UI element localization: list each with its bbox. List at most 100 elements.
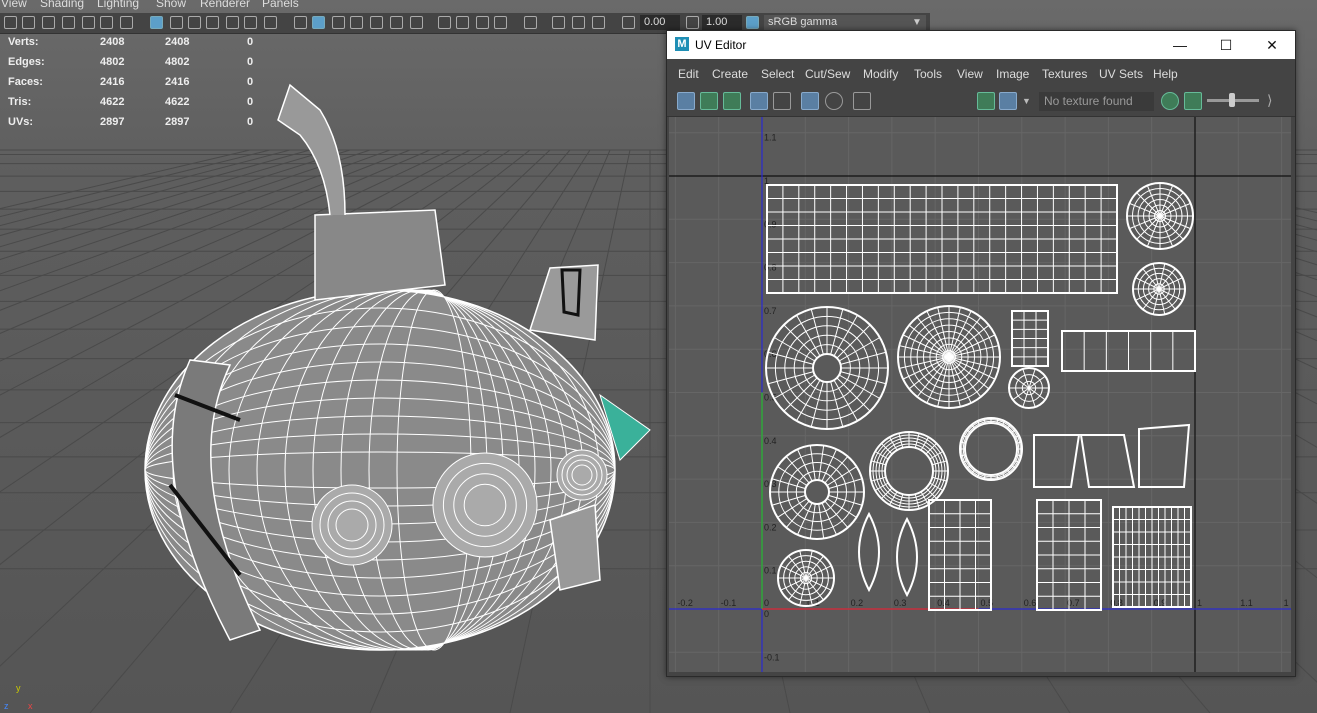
uv-menu-modify[interactable]: Modify: [863, 67, 898, 81]
menu-lighting[interactable]: Lighting: [97, 0, 139, 9]
uv-y-tick: 0: [764, 609, 769, 619]
maya-logo-icon: M: [675, 37, 689, 51]
uv-menu-view[interactable]: View: [957, 67, 983, 81]
wireframe-icon[interactable]: [294, 16, 307, 29]
hud-label: Edges:: [8, 56, 45, 68]
uv-distortion-icon[interactable]: [723, 92, 741, 110]
hud-row: Verts: 2408 2408 0: [0, 36, 270, 56]
ao-icon[interactable]: [438, 16, 451, 29]
aa-icon[interactable]: [476, 16, 489, 29]
close-button[interactable]: ✕: [1249, 31, 1295, 59]
shadows-icon[interactable]: [410, 16, 423, 29]
uv-editor-titlebar[interactable]: M UV Editor — ☐ ✕: [667, 31, 1295, 59]
texture-filter-icon[interactable]: [1184, 92, 1202, 110]
image-plane-icon[interactable]: [62, 16, 75, 29]
uv-x-tick: 0.4: [937, 598, 950, 608]
uv-x-tick: 0.3: [894, 598, 907, 608]
safe-action-icon[interactable]: [244, 16, 257, 29]
uv-border-icon[interactable]: [750, 92, 768, 110]
uv-menu-cutsew[interactable]: Cut/Sew: [805, 67, 850, 81]
uv-x-tick: 1.1: [1240, 598, 1253, 608]
camera-attr-icon[interactable]: [22, 16, 35, 29]
color-management-icon[interactable]: [746, 16, 759, 29]
2d-pan-icon[interactable]: [82, 16, 95, 29]
uv-texture-space[interactable]: -0.2 -0.1 0 0.1 0.2 0.3 0.4 0.5 0.6 0.7 0.8 0.9 1 1.1…: [669, 117, 1291, 672]
hud-label: Tris:: [8, 96, 32, 108]
hud-b: 4802: [165, 56, 190, 68]
view-transform-dropdown[interactable]: sRGB gamma: [764, 15, 926, 30]
checker-tile-icon[interactable]: [999, 92, 1017, 110]
hud-c: 0: [247, 76, 254, 88]
hud-label: Verts:: [8, 36, 39, 48]
menu-panels[interactable]: Panels: [262, 0, 299, 9]
resolution-gate-icon[interactable]: [188, 16, 201, 29]
dof-icon[interactable]: [494, 16, 507, 29]
field-chart-icon[interactable]: [226, 16, 239, 29]
minimize-button[interactable]: —: [1157, 31, 1203, 59]
image-display-icon[interactable]: [977, 92, 995, 110]
uv-shade-icon[interactable]: [700, 92, 718, 110]
uv-menu-textures[interactable]: Textures: [1042, 67, 1087, 81]
menu-renderer[interactable]: Renderer: [200, 0, 250, 9]
xray-joints-icon[interactable]: [572, 16, 585, 29]
snapshot-icon[interactable]: [853, 92, 871, 110]
gate-mask-icon[interactable]: [206, 16, 219, 29]
uv-menu-uvsets[interactable]: UV Sets: [1099, 67, 1143, 81]
slider-handle[interactable]: [1229, 93, 1235, 107]
uv-menu-image[interactable]: Image: [996, 67, 1029, 81]
grid-icon[interactable]: [150, 16, 163, 29]
xray-icon[interactable]: [552, 16, 565, 29]
uv-x-tick: -0.1: [721, 598, 737, 608]
axis-y-label: y: [16, 683, 21, 693]
uv-menu-create[interactable]: Create: [712, 67, 748, 81]
uv-y-tick: 1.1: [764, 133, 777, 143]
isolate-icon[interactable]: [524, 16, 537, 29]
smooth-shade-icon[interactable]: [312, 16, 325, 29]
gamma-icon[interactable]: [686, 16, 699, 29]
lights-icon[interactable]: [390, 16, 403, 29]
uv-x-tick: 1: [1284, 598, 1289, 608]
menu-view[interactable]: View: [1, 0, 27, 9]
film-gate-icon[interactable]: [170, 16, 183, 29]
uv-x-tick: 1: [1197, 598, 1202, 608]
expand-toolbar-icon[interactable]: ⟩: [1267, 92, 1272, 109]
exposure-field[interactable]: 0.00: [640, 15, 680, 30]
grease-pencil-icon[interactable]: [100, 16, 113, 29]
pencil-icon[interactable]: [120, 16, 133, 29]
motion-blur-icon[interactable]: [456, 16, 469, 29]
exposure-icon[interactable]: [622, 16, 635, 29]
bookmark-icon[interactable]: [42, 16, 55, 29]
hud-row: UVs: 2897 2897 0: [0, 116, 270, 136]
uv-menu-select[interactable]: Select: [761, 67, 794, 81]
uv-grid-icon[interactable]: [773, 92, 791, 110]
uv-menu-help[interactable]: Help: [1153, 67, 1178, 81]
uv-y-tick: 0.2: [764, 522, 777, 532]
default-material-icon[interactable]: [332, 16, 345, 29]
refresh-texture-icon[interactable]: [1161, 92, 1179, 110]
uv-shell-icon[interactable]: [677, 92, 695, 110]
wireframe-on-shaded-icon[interactable]: [350, 16, 363, 29]
uv-editor-title: UV Editor: [695, 38, 747, 52]
uv-y-tick: 0.7: [764, 306, 777, 316]
xray-components-icon[interactable]: [592, 16, 605, 29]
chevron-down-icon[interactable]: ▼: [912, 17, 922, 28]
hud-c: 0: [247, 116, 254, 128]
maximize-button[interactable]: ☐: [1203, 31, 1249, 59]
texture-dropdown[interactable]: No texture found: [1039, 92, 1154, 111]
safe-title-icon[interactable]: [264, 16, 277, 29]
uv-menu-edit[interactable]: Edit: [678, 67, 699, 81]
uv-x-tick: 0: [764, 598, 769, 608]
chevron-down-icon[interactable]: ▼: [1022, 96, 1031, 106]
menu-shading[interactable]: Shading: [40, 0, 84, 9]
uv-x-tick: 0.6: [1024, 598, 1037, 608]
textured-icon[interactable]: [370, 16, 383, 29]
camera-select-icon[interactable]: [4, 16, 17, 29]
uv-menu-tools[interactable]: Tools: [914, 67, 942, 81]
gamma-field[interactable]: 1.00: [702, 15, 742, 30]
menu-show[interactable]: Show: [156, 0, 186, 9]
hud-c: 0: [247, 96, 254, 108]
checker-icon[interactable]: [801, 92, 819, 110]
hud-row: Edges: 4802 4802 0: [0, 56, 270, 76]
pixel-snap-icon[interactable]: [825, 92, 843, 110]
viewport-menubar: View Shading Lighting Show Renderer Pane…: [0, 0, 1317, 12]
